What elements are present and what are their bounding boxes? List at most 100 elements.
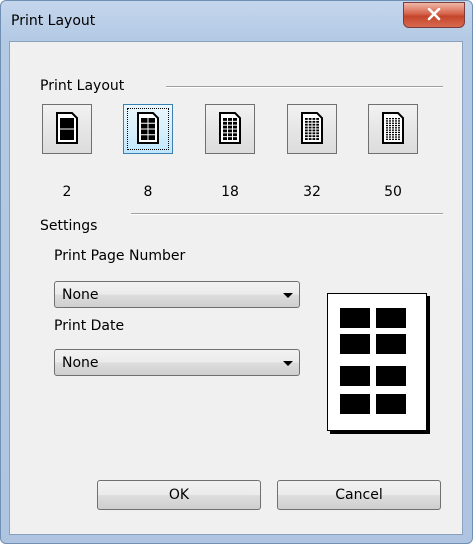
ok-button[interactable]: OK	[97, 480, 261, 510]
layout-cell	[389, 134, 391, 136]
thirty-two-up-page-icon	[301, 112, 323, 144]
layout-option-32-label: 32	[303, 184, 321, 200]
eight-up-page-icon	[137, 112, 159, 144]
layout-cell	[228, 129, 232, 133]
preview-cell	[376, 394, 406, 414]
layout-cell	[141, 129, 148, 135]
layout-cell	[386, 129, 388, 131]
layout-cell	[308, 129, 312, 132]
layout-cell	[312, 120, 316, 123]
preview-cell	[376, 334, 406, 354]
page-number-value: None	[62, 287, 99, 303]
layout-cell	[308, 138, 312, 140]
layout-cell	[395, 120, 397, 122]
layout-cell	[398, 129, 400, 131]
layout-cell	[389, 131, 391, 134]
layout-cell	[395, 122, 397, 124]
layout-option-2-button[interactable]	[42, 104, 92, 154]
layout-cell	[386, 120, 388, 122]
print-layout-group-label: Print Layout	[40, 78, 125, 94]
layout-cell	[395, 134, 397, 136]
layout-cell	[228, 125, 232, 129]
layout-cell	[392, 118, 394, 120]
layout-option-32-button[interactable]	[287, 104, 337, 154]
layout-option-18-button[interactable]	[205, 104, 255, 154]
layout-cell	[312, 129, 316, 132]
layout-option-50-button[interactable]	[368, 104, 418, 154]
layout-cell	[398, 134, 400, 136]
print-date-select[interactable]: None	[54, 349, 300, 376]
layout-cell	[305, 135, 308, 138]
layout-cell	[305, 129, 308, 132]
layout-cell	[223, 137, 227, 140]
layout-cell	[389, 129, 391, 131]
layout-option-2-label: 2	[62, 184, 72, 200]
layout-cell	[233, 125, 237, 129]
layout-cell	[233, 137, 237, 140]
layout-cell	[305, 126, 308, 129]
layout-cell	[305, 132, 308, 135]
layout-cell	[392, 122, 394, 124]
layout-cell	[316, 129, 319, 132]
layout-cell	[398, 122, 400, 124]
layout-cell	[316, 132, 319, 135]
layout-cell	[392, 138, 394, 140]
layout-option-18-label: 18	[221, 184, 239, 200]
layout-cell	[395, 129, 397, 131]
layout-cell	[395, 131, 397, 134]
layout-cell	[392, 120, 394, 122]
layout-cell	[312, 118, 316, 120]
layout-cell	[305, 118, 308, 120]
layout-cell	[392, 136, 394, 138]
layout-cell	[386, 118, 388, 120]
preview-cell	[376, 308, 406, 328]
layout-cell	[233, 133, 237, 137]
layout-cell	[386, 134, 388, 136]
layout-option-50-label: 50	[384, 184, 402, 200]
layout-cell	[308, 126, 312, 129]
layout-cell	[392, 134, 394, 136]
settings-group-label: Settings	[40, 218, 98, 234]
print-date-value: None	[62, 355, 99, 371]
layout-option-8-label: 8	[143, 184, 153, 200]
layout-option-8-button[interactable]	[123, 104, 173, 154]
cancel-button[interactable]: Cancel	[277, 480, 441, 510]
layout-cell	[312, 135, 316, 138]
layout-cell	[305, 123, 308, 126]
print-date-label: Print Date	[54, 318, 125, 334]
layout-cell	[398, 136, 400, 138]
layout-cell	[305, 120, 308, 123]
layout-cell	[141, 123, 148, 129]
layout-cell	[308, 123, 312, 126]
layout-cell	[312, 138, 316, 140]
window-title: Print Layout	[11, 13, 96, 29]
layout-cell	[312, 132, 316, 135]
layout-cell	[223, 121, 227, 125]
print-layout-group-divider	[166, 86, 443, 88]
preview-cell	[340, 394, 370, 414]
layout-cell	[60, 129, 74, 140]
two-up-page-icon	[56, 112, 78, 144]
settings-group-divider	[131, 213, 443, 215]
layout-cell	[228, 137, 232, 140]
layout-cell	[228, 121, 232, 125]
layout-cell	[395, 118, 397, 120]
close-button[interactable]	[403, 2, 465, 28]
layout-cell	[223, 133, 227, 137]
layout-cell	[228, 118, 232, 121]
layout-cell	[392, 127, 394, 129]
layout-cell	[389, 127, 391, 129]
layout-cell	[386, 127, 388, 129]
layout-cell	[308, 135, 312, 138]
layout-cell	[308, 132, 312, 135]
layout-cell	[395, 127, 397, 129]
title-bar[interactable]: Print Layout	[1, 1, 472, 41]
page-number-select[interactable]: None	[54, 281, 300, 308]
layout-cell	[389, 136, 391, 138]
layout-cell	[223, 125, 227, 129]
layout-cell	[398, 127, 400, 129]
layout-cell	[148, 118, 155, 123]
layout-cell	[148, 129, 155, 135]
layout-cell	[395, 138, 397, 140]
layout-cell	[148, 135, 155, 140]
